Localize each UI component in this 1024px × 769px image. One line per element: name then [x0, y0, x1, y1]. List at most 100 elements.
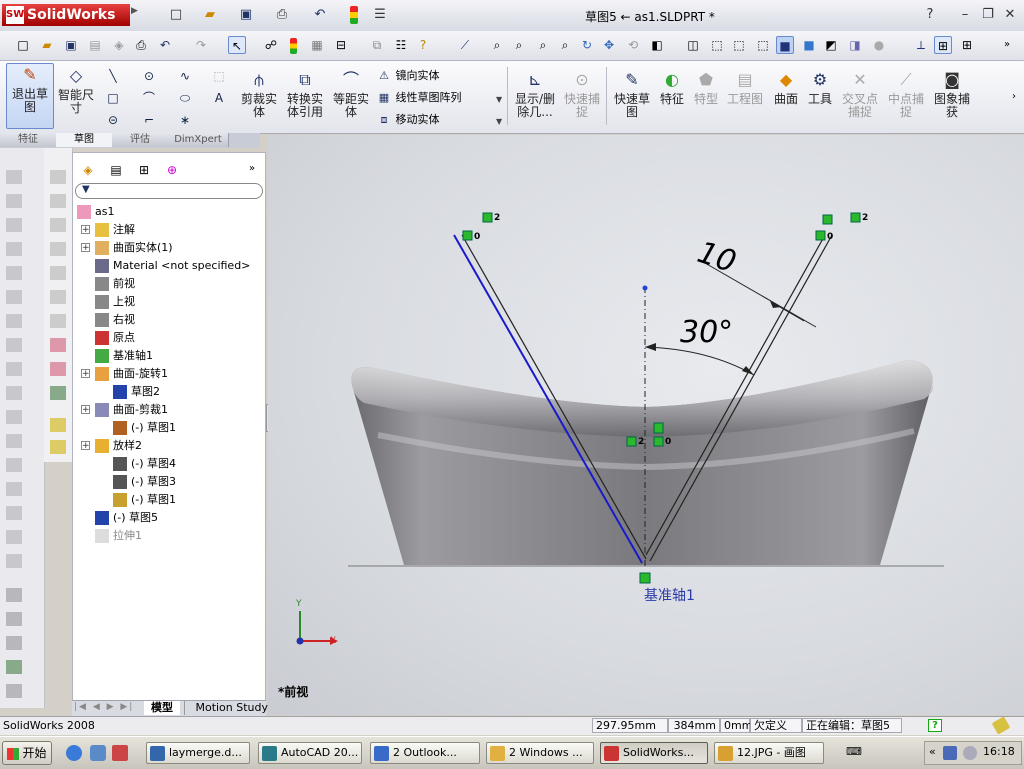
- tree-item[interactable]: 前视: [95, 275, 135, 293]
- task-solidworks[interactable]: SolidWorks...: [600, 742, 708, 764]
- task-autocad[interactable]: AutoCAD 20...: [258, 742, 362, 764]
- offset-entities-button[interactable]: ⌒ 等距实体: [330, 69, 372, 127]
- point-ref-icon[interactable]: [50, 242, 66, 256]
- solidworks-logo[interactable]: SW SolidWorks: [2, 4, 130, 26]
- zoom-fit-icon[interactable]: ⌕: [488, 36, 506, 54]
- tree-expand-icon[interactable]: +: [81, 405, 90, 415]
- pan-icon[interactable]: ✥: [600, 36, 618, 54]
- draft-icon[interactable]: [6, 482, 22, 496]
- undo-icon[interactable]: ↶: [310, 5, 330, 25]
- drawing-button[interactable]: ▤ 工程图: [724, 69, 766, 127]
- tab-evaluate[interactable]: 评估: [112, 133, 169, 147]
- zoom-out-icon[interactable]: ⌕: [556, 36, 574, 54]
- centerline-endpoint[interactable]: [642, 285, 648, 291]
- make-assembly-icon[interactable]: ◈: [110, 36, 128, 54]
- menu-arrow-icon[interactable]: ▶: [131, 6, 139, 24]
- sweep-icon[interactable]: [6, 218, 22, 232]
- tree-item[interactable]: 基准轴1: [95, 347, 153, 365]
- surface-body[interactable]: [351, 360, 933, 565]
- image-capture-button[interactable]: ◙ 图象捕获: [930, 69, 974, 127]
- dotted-rect-icon[interactable]: ⬚: [210, 67, 228, 85]
- open-doc-icon[interactable]: ▰: [38, 36, 56, 54]
- tray-expand-icon[interactable]: «: [929, 745, 936, 758]
- zoom-area-icon[interactable]: ⌕: [510, 36, 528, 54]
- add-relation-icon[interactable]: [50, 386, 66, 400]
- tree-item[interactable]: (-) 草图3: [113, 473, 176, 491]
- dome-icon[interactable]: [6, 530, 22, 544]
- flex-icon[interactable]: [6, 612, 22, 626]
- roll-icon[interactable]: ⟲: [624, 36, 642, 54]
- featuremanager-tab-icon[interactable]: ◈: [79, 161, 97, 179]
- tools-button[interactable]: ⚙ 工具: [804, 69, 836, 127]
- exit-sketch-button[interactable]: ✎ 退出草图: [6, 63, 54, 129]
- intersection-snap-button[interactable]: ✕ 交叉点捕捉: [838, 69, 882, 127]
- more-chevron-icon[interactable]: »: [1004, 39, 1010, 50]
- rotate-icon[interactable]: ↻: [578, 36, 596, 54]
- center-mass-icon[interactable]: [50, 314, 66, 328]
- start-button[interactable]: 开始: [2, 741, 52, 765]
- tree-item[interactable]: + 放样2: [81, 437, 142, 455]
- save-icon[interactable]: ▣: [236, 5, 256, 25]
- close-icon[interactable]: ✕: [1000, 5, 1020, 25]
- view-3d-icon[interactable]: ⊞: [958, 36, 976, 54]
- help2-icon[interactable]: ?: [414, 36, 432, 54]
- perspective-icon[interactable]: ◩: [822, 36, 840, 54]
- tree-item[interactable]: 右视: [95, 311, 135, 329]
- expand-panel-icon[interactable]: »: [249, 163, 255, 174]
- properties-icon[interactable]: ⊟: [332, 36, 350, 54]
- hidden-removed-icon[interactable]: ⬚: [754, 36, 772, 54]
- rebuild2-icon[interactable]: [290, 38, 297, 54]
- print-icon[interactable]: ⎙: [272, 5, 292, 25]
- surfaces-button[interactable]: ◆ 曲面: [770, 69, 802, 127]
- measure-icon[interactable]: ⧉: [368, 36, 386, 54]
- bounding-box-icon[interactable]: [50, 290, 66, 304]
- ie-icon[interactable]: [66, 745, 82, 761]
- fillet-icon[interactable]: ⌐: [140, 111, 158, 129]
- undo2-icon[interactable]: ↶: [156, 36, 174, 54]
- indent-icon[interactable]: [6, 636, 22, 650]
- clock[interactable]: 16:18: [983, 745, 1015, 758]
- zoom-in-icon[interactable]: ⌕: [534, 36, 552, 54]
- move-dropdown-icon[interactable]: ▼: [496, 117, 502, 126]
- angle-dimension-label[interactable]: 30°: [680, 315, 733, 350]
- tree-item[interactable]: 原点: [95, 329, 135, 347]
- curves-icon[interactable]: [6, 588, 22, 602]
- boundary-icon[interactable]: [6, 266, 22, 280]
- tree-item[interactable]: 草图2: [113, 383, 160, 401]
- view-orient-icon[interactable]: ◫: [684, 36, 702, 54]
- convert-entities-button[interactable]: ⧉ 转换实体引用: [284, 69, 326, 127]
- midpoint-snap-button[interactable]: ⟋ 中点捕捉: [884, 69, 928, 127]
- sketch-picture-icon[interactable]: [50, 440, 66, 454]
- shaded-icon[interactable]: ■: [800, 36, 818, 54]
- tree-item[interactable]: 上视: [95, 293, 135, 311]
- help-icon[interactable]: ?: [920, 5, 940, 25]
- task-laymerge[interactable]: laymerge.d...: [146, 742, 250, 764]
- fillet-feature-icon[interactable]: [6, 386, 22, 400]
- list-icon[interactable]: ☷: [392, 36, 410, 54]
- tab-features[interactable]: 特征: [0, 133, 57, 147]
- shaded-edges-icon[interactable]: ■: [776, 36, 794, 54]
- quick-tips-icon[interactable]: ?: [928, 719, 942, 732]
- revolve-icon[interactable]: [6, 194, 22, 208]
- task-outlook[interactable]: 2 Outlook...: [370, 742, 480, 764]
- instant3d-icon[interactable]: [6, 660, 22, 674]
- slot-icon[interactable]: ⊝: [104, 111, 122, 129]
- tag-icon[interactable]: [991, 716, 1011, 735]
- new-doc-icon[interactable]: □: [14, 36, 32, 54]
- quick-snaps-button[interactable]: ⊙ 快速捕捉: [560, 69, 604, 127]
- normal-to-icon[interactable]: ⟂: [912, 36, 930, 54]
- ellipse-icon[interactable]: ⬭: [176, 89, 194, 107]
- tree-expand-icon[interactable]: +: [81, 243, 90, 253]
- spline-icon[interactable]: ∿: [176, 67, 194, 85]
- hidden-lines-icon[interactable]: ⬚: [730, 36, 748, 54]
- tab-dimxpert[interactable]: DimXpert: [168, 133, 229, 147]
- shell-icon[interactable]: [6, 458, 22, 472]
- tree-item[interactable]: (-) 草图1: [113, 419, 176, 437]
- tab-sketch[interactable]: 草图: [56, 133, 113, 147]
- volume-icon[interactable]: [963, 746, 977, 760]
- point-icon[interactable]: ∗: [176, 111, 194, 129]
- realview-icon[interactable]: ●: [870, 36, 888, 54]
- coord-system-icon[interactable]: [50, 218, 66, 232]
- extrude-icon[interactable]: [6, 170, 22, 184]
- view-plane-icon[interactable]: ⊞: [934, 36, 952, 54]
